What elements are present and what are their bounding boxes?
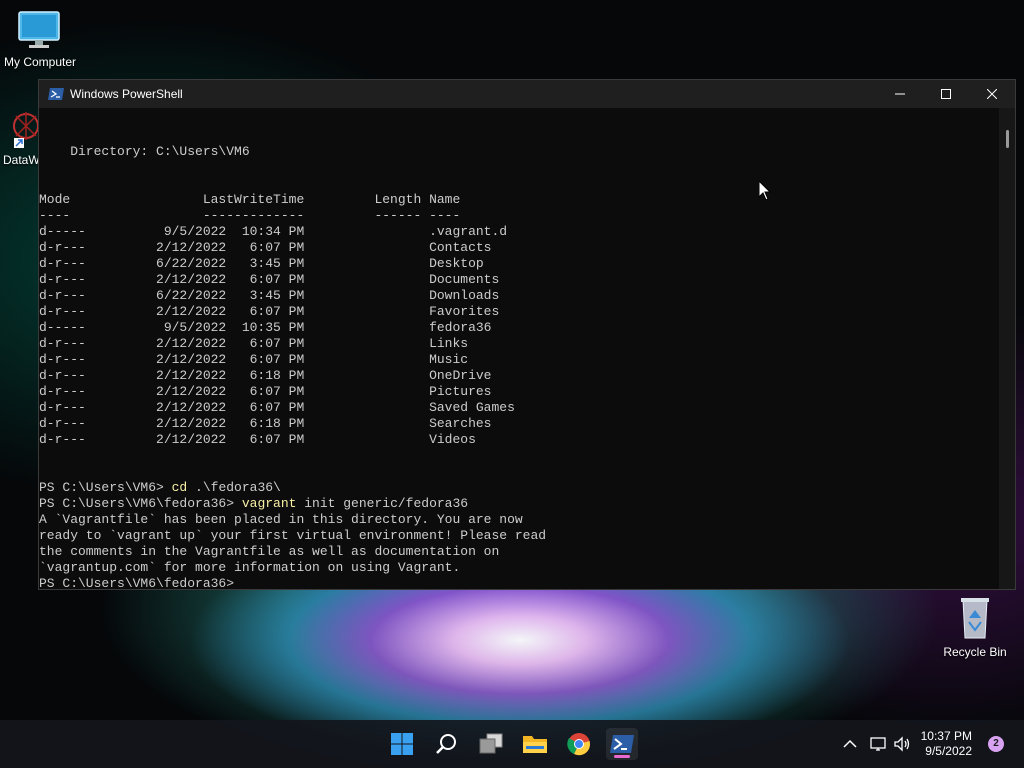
powershell-icon <box>48 88 64 100</box>
console-line: d-r--- 2/12/2022 6:07 PM Pictures <box>39 384 492 399</box>
console-line: d-r--- 2/12/2022 6:07 PM Saved Games <box>39 400 515 415</box>
search-button[interactable] <box>431 728 463 760</box>
desktop-icon-label: Recycle Bin <box>943 645 1007 659</box>
console-line: A `Vagrantfile` has been placed in this … <box>39 512 523 527</box>
console-line: Directory: C:\Users\VM6 <box>39 144 250 159</box>
console-line: d----- 9/5/2022 10:35 PM fedora36 <box>39 320 492 335</box>
console-line: d-r--- 6/22/2022 3:45 PM Downloads <box>39 288 500 303</box>
recycle-bin-icon <box>961 598 989 639</box>
desktop-icon-dataw[interactable]: DataW <box>0 108 40 167</box>
console-line: d----- 9/5/2022 10:34 PM .vagrant.d <box>39 224 508 239</box>
command-line: PS C:\Users\VM6\fedora36> vagrant init g… <box>39 496 999 512</box>
active-app-indicator <box>614 755 630 758</box>
console-line: d-r--- 2/12/2022 6:07 PM Favorites <box>39 304 500 319</box>
console-line: Mode LastWriteTime Length Name <box>39 192 461 207</box>
console-output[interactable]: Directory: C:\Users\VM6 Mode LastWriteTim… <box>39 108 999 589</box>
close-button[interactable] <box>969 80 1015 108</box>
desktop-icon-my-computer[interactable]: My Computer <box>4 10 77 69</box>
network-icon[interactable] <box>870 736 888 752</box>
search-icon <box>436 734 456 754</box>
title-bar[interactable]: Windows PowerShell <box>39 80 1015 108</box>
console-text: Directory: C:\Users\VM6 Mode LastWriteTim… <box>39 112 999 589</box>
current-prompt[interactable]: PS C:\Users\VM6\fedora36> <box>39 576 234 589</box>
console-line: d-r--- 2/12/2022 6:07 PM Videos <box>39 432 476 447</box>
console-line: the comments in the Vagrantfile as well … <box>39 544 500 559</box>
command-name: cd <box>171 480 188 495</box>
system-tray <box>842 720 912 768</box>
prompt: PS C:\Users\VM6> <box>39 480 172 495</box>
file-explorer-button[interactable] <box>519 728 551 760</box>
window-title: Windows PowerShell <box>70 87 183 101</box>
desktop-icon-recycle-bin[interactable]: Recycle Bin <box>940 596 1010 659</box>
vertical-scrollbar[interactable] <box>999 108 1015 589</box>
console-line: ready to `vagrant up` your first virtual… <box>39 528 547 543</box>
mouse-cursor-icon <box>759 181 771 201</box>
powershell-window[interactable]: Windows PowerShell Directory: C:\Users\V… <box>38 79 1016 590</box>
command-name: vagrant <box>241 496 297 511</box>
file-explorer-icon <box>523 736 547 753</box>
console-line: d-r--- 2/12/2022 6:07 PM Links <box>39 336 469 351</box>
console-line: d-r--- 6/22/2022 3:45 PM Desktop <box>39 256 484 271</box>
minimize-icon <box>895 93 905 95</box>
clock-time: 10:37 PM <box>920 729 972 743</box>
maximize-icon <box>941 89 951 99</box>
powershell-taskbar-button[interactable] <box>606 728 638 760</box>
start-icon <box>391 733 413 755</box>
minimize-button[interactable] <box>877 80 923 108</box>
start-button[interactable] <box>386 728 418 760</box>
monitor-icon <box>18 11 60 48</box>
console-line: d-r--- 2/12/2022 6:07 PM Music <box>39 352 469 367</box>
show-hidden-icons-chevron-icon[interactable] <box>842 736 858 752</box>
task-view-icon <box>479 733 503 754</box>
desktop-icon-label: My Computer <box>4 55 77 69</box>
chrome-button[interactable] <box>563 728 595 760</box>
task-view-button[interactable] <box>475 728 507 760</box>
chrome-icon <box>567 733 590 756</box>
command-args: init generic/fedora36 <box>296 496 469 511</box>
command-args: .\fedora36\ <box>187 480 281 495</box>
desktop-icon-label: DataW <box>3 153 40 167</box>
maximize-button[interactable] <box>923 80 969 108</box>
input-line: PS C:\Users\VM6\fedora36> <box>39 576 999 589</box>
command-line: PS C:\Users\VM6> cd .\fedora36\ <box>39 480 999 496</box>
taskbar-clock[interactable]: 10:37 PM 9/5/2022 <box>921 729 972 759</box>
app-shortcut-icon <box>13 112 39 148</box>
taskbar: 10:37 PM 9/5/2022 2 <box>0 720 1024 768</box>
volume-icon[interactable] <box>894 736 912 752</box>
close-icon <box>987 89 997 99</box>
clock-date: 9/5/2022 <box>925 744 972 758</box>
console-line: d-r--- 2/12/2022 6:18 PM OneDrive <box>39 368 492 383</box>
console-line: d-r--- 2/12/2022 6:07 PM Contacts <box>39 240 492 255</box>
prompt: PS C:\Users\VM6\fedora36> <box>39 496 242 511</box>
console-line: ---- ------------- ------ ---- <box>39 208 461 223</box>
console-line: d-r--- 2/12/2022 6:18 PM Searches <box>39 416 492 431</box>
console-line: d-r--- 2/12/2022 6:07 PM Documents <box>39 272 500 287</box>
notification-badge[interactable]: 2 <box>988 736 1004 752</box>
scrollbar-thumb[interactable] <box>1006 130 1009 148</box>
console-line: `vagrantup.com` for more information on … <box>39 560 461 575</box>
powershell-icon <box>610 735 634 753</box>
